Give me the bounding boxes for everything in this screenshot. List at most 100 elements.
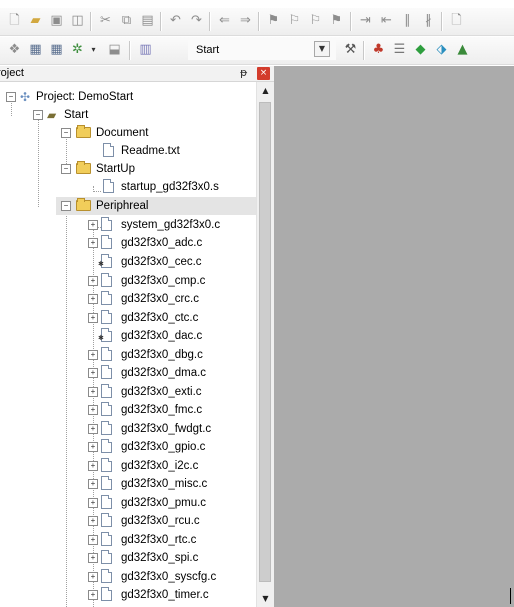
indent-icon[interactable]: ⇥ — [357, 12, 374, 29]
target-select[interactable]: Start ▼ — [188, 40, 336, 60]
templates-icon[interactable]: ⬗ — [433, 41, 450, 58]
load-icon[interactable]: ▥ — [137, 41, 154, 58]
expand-icon[interactable]: + — [88, 498, 98, 508]
expand-icon[interactable]: + — [88, 553, 98, 563]
expand-icon[interactable]: + — [88, 516, 98, 526]
cut-icon[interactable]: ✂ — [97, 12, 114, 29]
tree-node-group-peripheral[interactable]: − Periphreal — [56, 197, 256, 215]
tree-node-project-root[interactable]: − ✣ Project: DemoStart — [0, 88, 256, 106]
tree-node-file[interactable]: + gd32f3x0_adc.c — [0, 234, 256, 252]
expand-icon[interactable]: + — [88, 387, 98, 397]
tree-node-file[interactable]: ✱ gd32f3x0_dac.c — [0, 327, 256, 345]
translate-icon[interactable]: ❖ — [6, 41, 23, 58]
copy-icon[interactable]: ⧉ — [118, 12, 135, 29]
scroll-up-icon[interactable]: ▲ — [257, 82, 274, 99]
tree-node-file[interactable]: Readme.txt — [0, 142, 256, 160]
tree-node-file[interactable]: + gd32f3x0_pmu.c — [0, 494, 256, 512]
tree-node-file[interactable]: + gd32f3x0_exti.c — [0, 383, 256, 401]
tree-scrollbar[interactable]: ▲ ▼ — [256, 82, 274, 607]
collapse-icon[interactable]: − — [33, 110, 43, 120]
close-icon[interactable]: × — [257, 67, 270, 80]
expand-icon[interactable]: + — [88, 405, 98, 415]
expand-icon[interactable]: + — [88, 479, 98, 489]
expand-icon[interactable]: + — [88, 368, 98, 378]
collapse-icon[interactable]: − — [61, 201, 71, 211]
tree-node-label: Project: DemoStart — [36, 91, 134, 103]
batch-build-icon[interactable]: ✲ — [69, 41, 86, 58]
key-icon: ✱ — [98, 335, 104, 342]
tree-node-file[interactable]: + gd32f3x0_fmc.c — [0, 401, 256, 419]
tree-node-file[interactable]: + gd32f3x0_i2c.c — [0, 457, 256, 475]
comment-icon[interactable]: ∥ — [399, 12, 416, 29]
tree-node-file[interactable]: + gd32f3x0_crc.c — [0, 290, 256, 308]
undo-icon[interactable]: ↶ — [167, 12, 184, 29]
bookmark-clear-icon[interactable]: ⚑ — [328, 12, 345, 29]
tree-node-file[interactable]: + system_gd32f3x0.c — [0, 216, 256, 234]
toolbar-separator — [129, 41, 130, 60]
chevron-down-icon[interactable]: ▾ — [85, 41, 102, 58]
tree-node-file[interactable]: + gd32f3x0_rtc.c — [0, 531, 256, 549]
save-icon[interactable]: ▣ — [48, 12, 65, 29]
target-options-icon[interactable]: ⚒ — [342, 41, 359, 58]
bookmark-next-icon[interactable]: ⚐ — [307, 12, 324, 29]
redo-icon[interactable]: ↷ — [188, 12, 205, 29]
nav-back-icon[interactable]: ⇐ — [216, 12, 233, 29]
editor-area[interactable] — [274, 66, 514, 607]
functions-icon[interactable]: ◆ — [412, 41, 429, 58]
scrollbar-thumb[interactable] — [259, 102, 271, 582]
open-folder-icon[interactable]: ▰ — [27, 12, 44, 29]
tree-node-group-document[interactable]: − Document — [0, 124, 256, 142]
tree-node-file[interactable]: + gd32f3x0_spi.c — [0, 549, 256, 567]
bookmark-icon[interactable]: ⚑ — [265, 12, 282, 29]
tree-node-file[interactable]: + gd32f3x0_rcu.c — [0, 512, 256, 530]
manage-components-icon[interactable]: ▲ — [454, 41, 471, 58]
collapse-icon[interactable]: − — [61, 128, 71, 138]
expand-icon[interactable]: + — [88, 442, 98, 452]
expand-icon[interactable]: + — [88, 350, 98, 360]
tree-node-file[interactable]: ✱ gd32f3x0_cec.c — [0, 253, 256, 271]
tree-node-file[interactable]: + gd32f3x0_gpio.c — [0, 438, 256, 456]
expand-icon[interactable]: + — [88, 220, 98, 230]
file-extensions-icon[interactable]: ♣ — [370, 41, 387, 58]
file-icon — [101, 495, 112, 509]
expand-icon[interactable]: + — [88, 535, 98, 545]
tree-node-file[interactable]: + gd32f3x0_cmp.c — [0, 272, 256, 290]
expand-icon[interactable]: + — [88, 572, 98, 582]
file-icon — [103, 179, 114, 193]
expand-icon[interactable]: + — [88, 461, 98, 471]
tree-node-file[interactable]: startup_gd32f3x0.s — [0, 178, 256, 196]
bookmark-prev-icon[interactable]: ⚐ — [286, 12, 303, 29]
expand-icon[interactable]: + — [88, 590, 98, 600]
download-icon[interactable]: ⬓ — [106, 41, 123, 58]
expand-icon[interactable]: + — [88, 424, 98, 434]
tree-node-file[interactable]: + gd32f3x0_syscfg.c — [0, 568, 256, 586]
chevron-down-icon[interactable]: ▼ — [314, 41, 330, 57]
save-all-icon[interactable]: ◫ — [69, 12, 86, 29]
tree-node-group-startup[interactable]: − StartUp — [0, 160, 256, 178]
build-icon[interactable]: ▦ — [27, 41, 44, 58]
unindent-icon[interactable]: ⇤ — [378, 12, 395, 29]
expand-icon[interactable]: + — [88, 294, 98, 304]
open-doc-icon[interactable]: 🗋 — [448, 12, 465, 29]
pin-icon[interactable]: ᵽ — [240, 66, 247, 79]
panel-title: roject — [0, 67, 24, 79]
expand-icon[interactable]: + — [88, 313, 98, 323]
rebuild-icon[interactable]: ▦ — [48, 41, 65, 58]
new-file-icon[interactable]: 🗋 — [6, 12, 23, 29]
tree-node-file[interactable]: + gd32f3x0_dbg.c — [0, 346, 256, 364]
tree-node-file[interactable]: + gd32f3x0_timer.c — [0, 586, 256, 604]
scroll-down-icon[interactable]: ▼ — [257, 590, 274, 607]
tree-node-file[interactable]: + gd32f3x0_dma.c — [0, 364, 256, 382]
books-icon[interactable]: ☰ — [391, 41, 408, 58]
collapse-icon[interactable]: − — [6, 92, 16, 102]
expand-icon[interactable]: + — [88, 238, 98, 248]
tree-node-file[interactable]: + gd32f3x0_misc.c — [0, 475, 256, 493]
uncomment-icon[interactable]: ∦ — [420, 12, 437, 29]
tree-node-target[interactable]: − ▰ Start — [0, 106, 256, 124]
tree-node-file[interactable]: + gd32f3x0_ctc.c — [0, 309, 256, 327]
paste-icon[interactable]: ▤ — [139, 12, 156, 29]
tree-node-file[interactable]: + gd32f3x0_fwdgt.c — [0, 420, 256, 438]
nav-forward-icon[interactable]: ⇒ — [237, 12, 254, 29]
collapse-icon[interactable]: − — [61, 164, 71, 174]
expand-icon[interactable]: + — [88, 276, 98, 286]
